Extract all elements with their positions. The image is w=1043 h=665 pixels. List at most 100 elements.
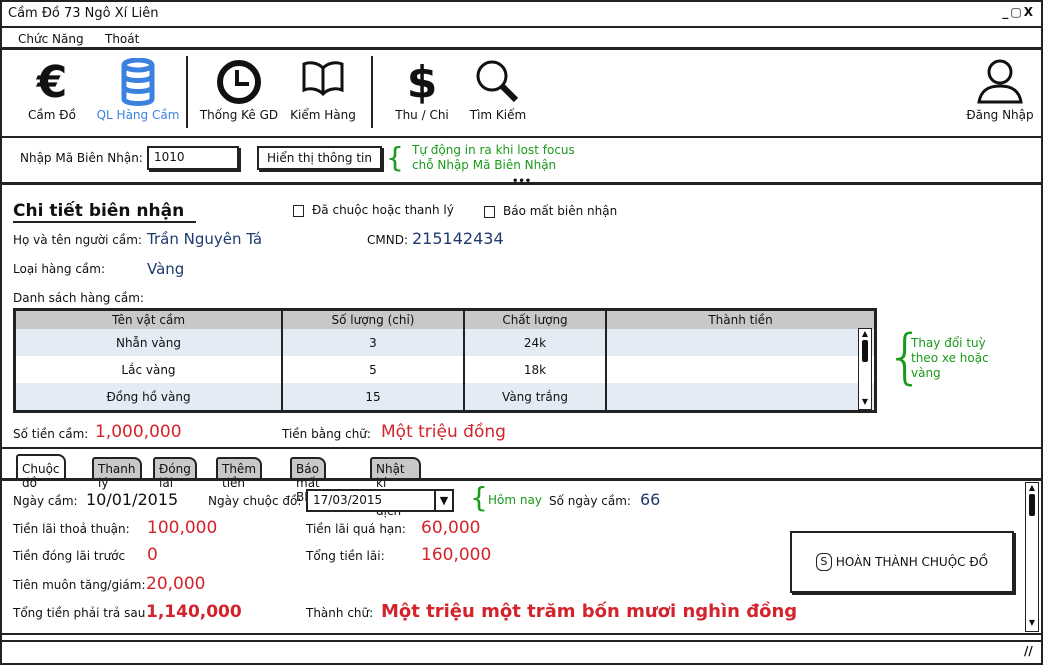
- redeemed-checkbox[interactable]: Đã chuộc hoặc thanh lý: [293, 203, 454, 217]
- cell: Vàng trắng: [464, 383, 607, 410]
- toolbar: € Cầm Đồ QL Hàng Cầm Thống Kê GD Kiểm Hà…: [2, 52, 1041, 138]
- toolbar-cam-do[interactable]: € Cầm Đồ: [22, 57, 82, 123]
- toolbar-tim-kiem[interactable]: Tìm Kiếm: [466, 58, 530, 122]
- login-button[interactable]: Đăng Nhập: [962, 58, 1038, 122]
- customer-name: Trần Nguyên Tá: [147, 230, 263, 248]
- scroll-down-icon[interactable]: ▼: [859, 397, 871, 407]
- agreed-interest-label: Tiền lãi thoả thuận:: [13, 522, 130, 536]
- checkbox-box[interactable]: [484, 205, 495, 218]
- redeem-date-label: Ngày chuộc đồ:: [208, 494, 302, 508]
- overdue-interest: 60,000: [421, 518, 481, 538]
- receipt-note-1: Tự động in ra khi lost focus: [412, 143, 575, 157]
- status-bar-divider: [2, 640, 1041, 642]
- user-icon: [962, 58, 1038, 108]
- menu-bar: Chức Năng Thoát: [2, 28, 1041, 50]
- toolbar-ql-hang-cam[interactable]: QL Hàng Cầm: [92, 57, 184, 122]
- cell: 18k: [464, 356, 607, 383]
- id-label: CMND:: [367, 233, 408, 247]
- window-controls[interactable]: _▢X: [1002, 5, 1035, 19]
- redeem-date-value: 17/03/2015: [313, 493, 383, 507]
- scroll-down-icon[interactable]: ▼: [1026, 618, 1038, 628]
- dollar-icon: $: [406, 57, 438, 108]
- days-label: Số ngày cầm:: [549, 494, 631, 508]
- checkbox-box[interactable]: [293, 204, 304, 217]
- tab-dong-lai[interactable]: Đóng lãi: [153, 457, 197, 490]
- toolbar-thu-chi[interactable]: $ Thu / Chi: [390, 57, 454, 123]
- toolbar-separator: [371, 56, 373, 128]
- name-label: Họ và tên người cầm:: [13, 233, 142, 247]
- table-row[interactable]: Đồng hồ vàng 15 Vàng trắng: [16, 383, 874, 410]
- cell: 5: [282, 356, 465, 383]
- pawn-date: 10/01/2015: [86, 490, 179, 509]
- database-icon: [92, 57, 184, 108]
- table-note: Thay đổi tuỳ theo xe hoặc vàng: [911, 336, 989, 380]
- toolbar-thong-ke[interactable]: Thống Kê GD: [196, 58, 282, 122]
- lost-receipt-checkbox[interactable]: Báo mất biên nhận: [484, 204, 617, 218]
- cell: [606, 356, 874, 383]
- toolbar-label: Thu / Chi: [395, 108, 449, 122]
- words-label: Tiền bằng chữ:: [282, 427, 371, 441]
- menu-chuc-nang[interactable]: Chức Năng: [18, 32, 84, 46]
- items-table: Tên vật cầm Số lượng (chỉ) Chất lượng Th…: [13, 308, 877, 413]
- resize-grip-icon[interactable]: //: [1024, 644, 1033, 658]
- receipt-note-2: chỗ Nhập Mã Biên Nhận: [412, 158, 557, 172]
- cell: 24k: [464, 329, 607, 356]
- show-info-button[interactable]: Hiển thị thông tin: [257, 146, 382, 170]
- checkbox-label: Báo mất biên nhận: [503, 204, 618, 218]
- today-note: Hôm nay: [488, 493, 542, 507]
- toolbar-label: Tìm Kiếm: [469, 108, 527, 122]
- list-label: Danh sách hàng cầm:: [13, 291, 144, 305]
- euro-icon: €: [36, 57, 68, 108]
- tab-nhat-ki[interactable]: Nhật kí giao dịch: [370, 457, 421, 518]
- book-icon: [288, 58, 358, 108]
- total-interest: 160,000: [421, 545, 492, 565]
- tab-bao-mat-bn[interactable]: Báo mất BN: [290, 457, 326, 504]
- amount-words: Một triệu đồng: [381, 422, 506, 442]
- toolbar-label: Kiểm Hàng: [290, 108, 356, 122]
- scroll-thumb[interactable]: [862, 340, 868, 362]
- receipt-input[interactable]: 1010: [147, 146, 239, 170]
- table-row[interactable]: Nhẫn vàng 3 24k: [16, 329, 874, 356]
- cell: 15: [282, 383, 465, 410]
- scroll-up-icon[interactable]: ▲: [859, 329, 871, 339]
- checkbox-label: Đã chuộc hoặc thanh lý: [312, 203, 454, 217]
- column-header[interactable]: Số lượng (chỉ): [282, 311, 465, 329]
- menu-thoat[interactable]: Thoát: [105, 32, 139, 46]
- adjust-value: 20,000: [146, 574, 206, 594]
- scroll-thumb[interactable]: [1029, 494, 1035, 516]
- amount-label: Số tiền cầm:: [13, 427, 89, 441]
- table-scrollbar[interactable]: ▲ ▼: [858, 328, 872, 410]
- toolbar-label: Đăng Nhập: [966, 108, 1034, 122]
- cell: Đồng hồ vàng: [16, 383, 283, 410]
- cell: 3: [282, 329, 465, 356]
- divider: [2, 447, 1041, 449]
- tab-thanh-ly[interactable]: Thanh lý: [92, 457, 142, 490]
- money-bag-icon: S: [815, 553, 832, 571]
- total-words: Một triệu một trăm bốn mươi nghìn đồng: [381, 601, 798, 622]
- column-header[interactable]: Thành tiền: [606, 311, 874, 329]
- prepaid-value: 0: [147, 545, 158, 565]
- column-header[interactable]: Chất lượng: [464, 311, 607, 329]
- total-words-label: Thành chữ:: [306, 606, 374, 620]
- column-header[interactable]: Tên vật cầm: [16, 311, 283, 329]
- splitter-grip-icon[interactable]: •••: [512, 176, 531, 187]
- table-row[interactable]: Lắc vàng 5 18k: [16, 356, 874, 383]
- button-label: HOÀN THÀNH CHUỘC ĐỒ: [835, 555, 989, 569]
- overdue-interest-label: Tiền lãi quá hạn:: [306, 522, 406, 536]
- toolbar-label: QL Hàng Cầm: [96, 108, 180, 122]
- tab-chuoc-do[interactable]: Chuộc đồ: [16, 454, 66, 490]
- prepaid-label: Tiền đóng lãi trước: [13, 549, 126, 563]
- scroll-up-icon[interactable]: ▲: [1026, 483, 1038, 493]
- dropdown-arrow-icon[interactable]: ▼: [434, 491, 452, 510]
- brace-icon: {: [470, 481, 488, 514]
- panel-scrollbar[interactable]: ▲ ▼: [1025, 482, 1039, 632]
- agreed-interest: 100,000: [147, 518, 218, 538]
- cell: Lắc vàng: [16, 356, 283, 383]
- tab-them-tien[interactable]: Thêm tiền: [216, 457, 263, 490]
- details-title: Chi tiết biên nhận: [13, 201, 197, 223]
- clock-icon: [196, 58, 282, 108]
- total-interest-label: Tổng tiền lãi:: [306, 549, 385, 563]
- toolbar-kiem-hang[interactable]: Kiểm Hàng: [288, 58, 358, 122]
- redeem-date-picker[interactable]: 17/03/2015 ▼: [306, 489, 454, 512]
- complete-redeem-button[interactable]: S HOÀN THÀNH CHUỘC ĐỒ: [790, 531, 1014, 593]
